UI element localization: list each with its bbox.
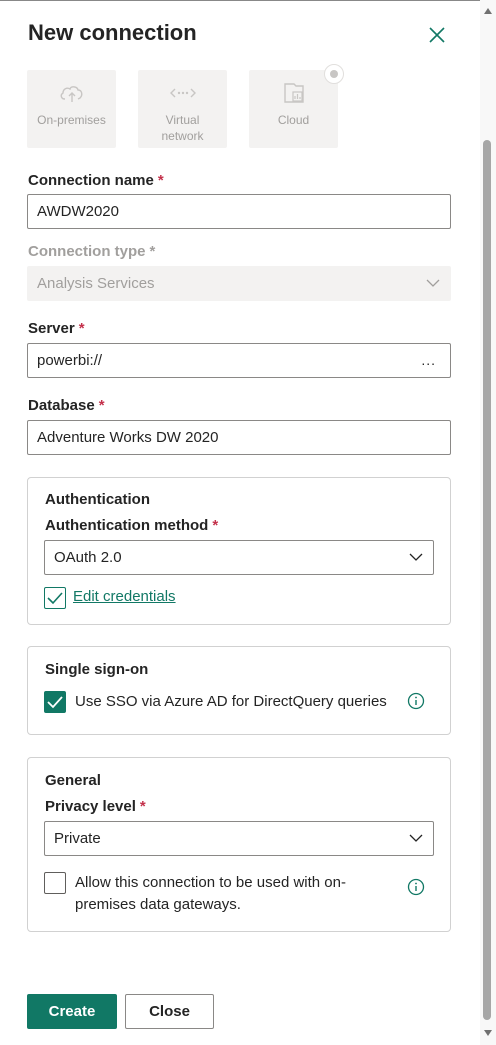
tile-selected-radio	[324, 64, 344, 84]
scroll-thumb[interactable]	[483, 140, 491, 1020]
chevron-down-icon	[409, 834, 423, 842]
connection-name-input[interactable]: AWDW2020	[27, 194, 451, 229]
tile-label: Cloud	[277, 113, 310, 127]
single-sign-on-card: Single sign-on Use SSO via Azure AD for …	[27, 646, 451, 735]
tile-on-premises[interactable]: On-premises	[27, 70, 116, 148]
edit-credentials-link[interactable]: Edit credentials	[73, 588, 176, 605]
info-icon[interactable]	[407, 878, 425, 896]
sso-checkbox-label: Use SSO via Azure AD for DirectQuery que…	[75, 693, 387, 710]
privacy-level-label: Privacy level *	[45, 798, 146, 815]
authentication-title: Authentication	[45, 491, 150, 508]
scroll-up-arrow-icon[interactable]	[484, 8, 492, 14]
checkmark-icon	[47, 696, 63, 709]
close-button[interactable]: Close	[125, 994, 214, 1029]
server-label: Server *	[28, 320, 85, 337]
new-connection-panel: New connection On-premises Virtual netwo…	[0, 0, 496, 1045]
sso-checkbox[interactable]	[44, 691, 66, 713]
database-input[interactable]: Adventure Works DW 2020	[27, 420, 451, 455]
chevron-down-icon	[409, 553, 423, 561]
tile-virtual-network[interactable]: Virtual network	[138, 70, 227, 148]
cloud-upload-icon	[60, 86, 82, 102]
scroll-down-arrow-icon[interactable]	[484, 1030, 492, 1036]
tile-label: Virtual network	[161, 113, 204, 143]
general-card: General Privacy level * Private Allow thi…	[27, 757, 451, 932]
general-title: General	[45, 772, 101, 789]
info-icon[interactable]	[407, 692, 425, 710]
database-label: Database *	[28, 397, 105, 414]
top-border	[0, 0, 496, 1]
sso-title: Single sign-on	[45, 661, 149, 678]
tile-label: On-premises	[37, 113, 106, 127]
more-options-button[interactable]: ...	[421, 344, 436, 377]
privacy-level-select[interactable]: Private	[44, 821, 434, 856]
connection-type-label: Connection type *	[28, 243, 156, 260]
edit-credentials-checkbox[interactable]	[44, 587, 66, 609]
authentication-method-label: Authentication method *	[45, 517, 219, 534]
dialog-title: New connection	[28, 20, 197, 45]
gateway-checkbox[interactable]	[44, 872, 66, 894]
connection-type-select: Analysis Services	[27, 266, 451, 301]
create-button[interactable]: Create	[27, 994, 117, 1029]
tile-cloud[interactable]: Cloud	[249, 64, 344, 148]
connection-name-label: Connection name *	[28, 172, 164, 189]
cloud-report-icon	[283, 83, 304, 103]
authentication-card: Authentication Authentication method * OA…	[27, 477, 451, 625]
server-input[interactable]: powerbi:// ...	[27, 343, 451, 378]
gateway-checkbox-label: Allow this connection to be used with on…	[75, 874, 346, 913]
chevron-down-icon	[426, 279, 440, 287]
virtual-network-icon	[169, 88, 196, 98]
checkmark-icon	[47, 592, 63, 605]
close-icon[interactable]	[426, 24, 448, 46]
vertical-scrollbar[interactable]	[480, 0, 496, 1045]
authentication-method-select[interactable]: OAuth 2.0	[44, 540, 434, 575]
